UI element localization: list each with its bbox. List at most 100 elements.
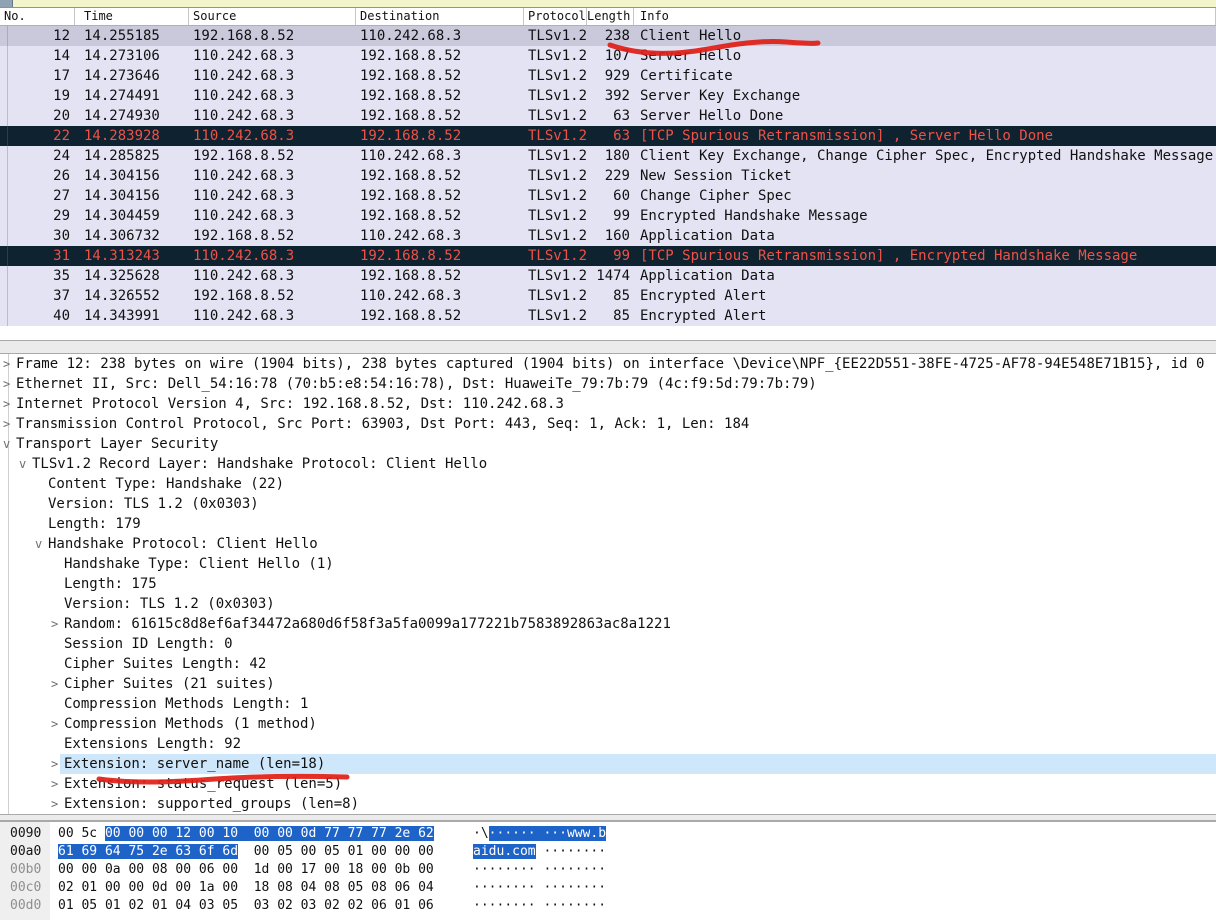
hex-byte[interactable]: 01: [81, 880, 97, 895]
hex-byte[interactable]: 02: [58, 880, 74, 895]
column-header-no[interactable]: No.: [0, 8, 75, 25]
hex-ascii[interactable]: aidu.com ········: [473, 843, 606, 861]
ascii-char[interactable]: ·: [512, 826, 520, 841]
hex-byte[interactable]: 77: [371, 826, 387, 841]
hex-byte[interactable]: 06: [395, 880, 411, 895]
detail-row[interactable]: Cipher Suites Length: 42: [0, 654, 1216, 674]
hex-byte[interactable]: 69: [81, 844, 97, 859]
hex-row[interactable]: 00b000 00 0a 00 08 00 06 00 1d 00 17 00 …: [0, 861, 1216, 879]
hex-byte[interactable]: 00: [105, 880, 121, 895]
hex-byte[interactable]: 00: [277, 862, 293, 877]
hex-byte[interactable]: 02: [348, 898, 364, 913]
ascii-char[interactable]: ·: [598, 898, 606, 913]
hex-byte[interactable]: 18: [348, 862, 364, 877]
hex-byte[interactable]: 03: [199, 898, 215, 913]
ascii-char[interactable]: w: [567, 826, 575, 841]
hex-byte[interactable]: 04: [301, 880, 317, 895]
ascii-char[interactable]: a: [473, 844, 481, 859]
hex-byte[interactable]: 00: [277, 826, 293, 841]
hex-byte[interactable]: 00: [418, 862, 434, 877]
ascii-char[interactable]: ·: [520, 826, 528, 841]
detail-row[interactable]: Compression Methods Length: 1: [0, 694, 1216, 714]
ascii-char[interactable]: ·: [512, 862, 520, 877]
detail-row[interactable]: >Ethernet II, Src: Dell_54:16:78 (70:b5:…: [0, 374, 1216, 394]
ascii-char[interactable]: ·: [520, 880, 528, 895]
hex-byte[interactable]: 01: [395, 898, 411, 913]
hex-byte[interactable]: 03: [301, 898, 317, 913]
detail-row[interactable]: >Extension: status_request (len=5): [0, 774, 1216, 794]
ascii-char[interactable]: ·: [598, 844, 606, 859]
hex-bytes[interactable]: 02 01 00 00 0d 00 1a 00 18 08 04 08 05 0…: [58, 879, 434, 897]
ascii-char[interactable]: ·: [504, 898, 512, 913]
expand-arrow-icon[interactable]: >: [51, 614, 58, 634]
detail-row[interactable]: vHandshake Protocol: Client Hello: [0, 534, 1216, 554]
hex-byte[interactable]: 77: [324, 826, 340, 841]
ascii-char[interactable]: ·: [481, 880, 489, 895]
hex-byte[interactable]: 00: [371, 844, 387, 859]
hex-byte[interactable]: 6f: [199, 844, 215, 859]
hex-byte[interactable]: 05: [81, 898, 97, 913]
collapse-arrow-icon[interactable]: v: [19, 454, 26, 474]
hex-byte[interactable]: 02: [277, 898, 293, 913]
hex-byte[interactable]: 12: [175, 826, 191, 841]
detail-row[interactable]: Length: 175: [0, 574, 1216, 594]
ascii-char[interactable]: ·: [551, 844, 559, 859]
hex-byte[interactable]: 00: [222, 862, 238, 877]
detail-row[interactable]: >Transmission Control Protocol, Src Port…: [0, 414, 1216, 434]
hex-byte[interactable]: 18: [254, 880, 270, 895]
hex-byte[interactable]: 0b: [395, 862, 411, 877]
ascii-char[interactable]: ·: [473, 826, 481, 841]
ascii-char[interactable]: ·: [559, 844, 567, 859]
collapse-arrow-icon[interactable]: v: [3, 434, 10, 454]
hex-byte[interactable]: 00: [324, 862, 340, 877]
packet-row[interactable]: 2214.283928110.242.68.3192.168.8.52TLSv1…: [0, 126, 1216, 146]
detail-row[interactable]: Version: TLS 1.2 (0x0303): [0, 594, 1216, 614]
hex-byte[interactable]: 00: [58, 862, 74, 877]
hex-byte[interactable]: 04: [175, 898, 191, 913]
ascii-char[interactable]: ·: [559, 880, 567, 895]
hex-byte[interactable]: 00: [175, 862, 191, 877]
hex-byte[interactable]: 00: [371, 862, 387, 877]
ascii-char[interactable]: ·: [575, 844, 583, 859]
hex-bytes[interactable]: 01 05 01 02 01 04 03 05 03 02 03 02 02 0…: [58, 897, 434, 915]
ascii-char[interactable]: o: [520, 844, 528, 859]
detail-row[interactable]: Extensions Length: 92: [0, 734, 1216, 754]
hex-byte[interactable]: 0a: [105, 862, 121, 877]
ascii-char[interactable]: ·: [598, 862, 606, 877]
hex-byte[interactable]: 75: [128, 844, 144, 859]
ascii-char[interactable]: i: [481, 844, 489, 859]
column-header-length[interactable]: Length: [587, 8, 634, 25]
expand-arrow-icon[interactable]: >: [51, 714, 58, 734]
hex-byte[interactable]: 00: [128, 862, 144, 877]
hex-byte[interactable]: 05: [277, 844, 293, 859]
ascii-char[interactable]: ·: [567, 844, 575, 859]
ascii-char[interactable]: ·: [567, 898, 575, 913]
hex-byte[interactable]: 02: [128, 898, 144, 913]
hex-byte[interactable]: 0d: [152, 880, 168, 895]
hex-row[interactable]: 00a061 69 64 75 2e 63 6f 6d 00 05 00 05 …: [0, 843, 1216, 861]
expand-arrow-icon[interactable]: >: [3, 394, 10, 414]
ascii-char[interactable]: ·: [528, 826, 536, 841]
packet-row[interactable]: 1214.255185192.168.8.52110.242.68.3TLSv1…: [0, 26, 1216, 46]
hex-byte[interactable]: 00: [199, 826, 215, 841]
ascii-char[interactable]: ·: [567, 862, 575, 877]
packet-row[interactable]: 2414.285825192.168.8.52110.242.68.3TLSv1…: [0, 146, 1216, 166]
ascii-char[interactable]: ·: [520, 862, 528, 877]
hex-byte[interactable]: 6d: [222, 844, 238, 859]
ascii-char[interactable]: ·: [473, 898, 481, 913]
hex-byte[interactable]: 00: [105, 826, 121, 841]
hex-byte[interactable]: 00: [152, 826, 168, 841]
hex-byte[interactable]: 08: [324, 880, 340, 895]
packet-row[interactable]: 1414.273106110.242.68.3192.168.8.52TLSv1…: [0, 46, 1216, 66]
ascii-char[interactable]: ·: [528, 898, 536, 913]
ascii-char[interactable]: ·: [575, 898, 583, 913]
ascii-char[interactable]: ·: [473, 880, 481, 895]
hex-byte[interactable]: 00: [418, 844, 434, 859]
hex-byte[interactable]: 17: [301, 862, 317, 877]
ascii-char[interactable]: ·: [559, 898, 567, 913]
expand-arrow-icon[interactable]: >: [3, 374, 10, 394]
ascii-char[interactable]: ·: [512, 898, 520, 913]
hex-byte[interactable]: 08: [371, 880, 387, 895]
filter-bar-strip[interactable]: [0, 0, 1216, 8]
hex-ascii[interactable]: ········ ········: [473, 897, 606, 915]
